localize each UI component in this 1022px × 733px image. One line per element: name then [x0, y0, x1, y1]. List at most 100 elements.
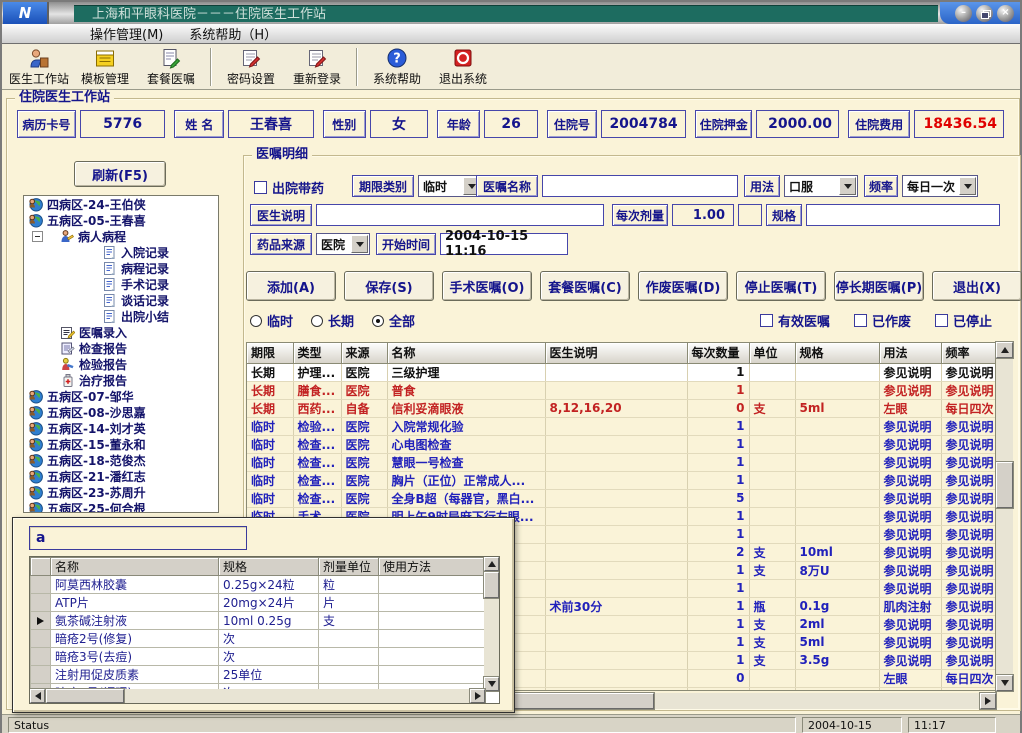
system-help-button[interactable]: ?系统帮助 [364, 45, 430, 89]
invalidate-order-button[interactable]: 作废医嘱(D) [638, 271, 728, 301]
term-type-select[interactable]: 临时 [418, 175, 482, 197]
checkbox-valid-orders[interactable] [760, 314, 773, 327]
usage-value: 口服 [785, 178, 839, 195]
table-row[interactable]: 临时检查...医院全身B超（每器官，黑白...5参见说明参见说明 [247, 489, 995, 507]
radio-longterm[interactable] [311, 315, 323, 327]
tree-item-0[interactable]: 四病区-24-王伯侠 [24, 196, 218, 212]
table-row[interactable]: 长期西药...自备信利妥滴眼液8,12,16,200支5ml左眼每日四次 [247, 399, 995, 417]
stop-order-button[interactable]: 停止医嘱(T) [736, 271, 826, 301]
menu-item-1[interactable]: 系统帮助（H） [189, 24, 277, 43]
tree-item-1[interactable]: 五病区-05-王春喜 [24, 212, 218, 228]
table-row[interactable]: 临时检查...医院慧眼一号检查1参见说明参见说明 [247, 453, 995, 471]
spec-input[interactable] [806, 204, 1000, 226]
drug-row[interactable]: 阿莫西林胶囊0.25g×24粒粒 [31, 576, 486, 594]
vscroll-track[interactable] [996, 342, 1013, 691]
drug-hscroll-thumb[interactable] [46, 689, 124, 703]
package-order-button[interactable]: 套餐医嘱 [138, 45, 204, 89]
add-button[interactable]: 添加(A) [246, 271, 336, 301]
drug-scroll-up-button[interactable] [484, 557, 499, 571]
tree-item-16[interactable]: 五病区-18-范俊杰 [24, 452, 218, 468]
radio-all-label: 全部 [389, 311, 415, 330]
drug-scroll-right-button[interactable] [470, 689, 485, 703]
drug-search-input[interactable]: a [29, 526, 247, 550]
tree-item-4[interactable]: 病程记录 [24, 260, 218, 276]
drug-vscroll-thumb[interactable] [484, 572, 499, 598]
start-time-input[interactable]: 2004-10-15 11:16 [440, 233, 568, 255]
dose-unit-input[interactable] [738, 204, 762, 226]
up-arrow-icon [488, 557, 496, 567]
drug-row[interactable]: ATP片20mg×24片片 [31, 594, 486, 612]
table-cell: 参见说明 [879, 435, 941, 453]
dose-input[interactable]: 1.00 [672, 204, 734, 226]
close-button[interactable]: × [997, 5, 1014, 22]
refresh-button[interactable]: 刷新(F5) [74, 161, 166, 187]
table-row[interactable]: 临时检验...医院入院常规化验1参见说明参见说明 [247, 417, 995, 435]
table-row[interactable]: 长期护理...医院三级护理1参见说明参见说明 [247, 363, 995, 381]
table-cell: 左眼 [879, 399, 941, 417]
table-cell: 临时 [247, 471, 293, 489]
scroll-right-button[interactable] [980, 693, 996, 709]
menu-item-0[interactable]: 操作管理(M) [90, 24, 163, 43]
checkbox-invalidated[interactable] [854, 314, 867, 327]
drug-scroll-down-button[interactable] [484, 677, 499, 691]
checkbox-discharge-med[interactable] [254, 181, 267, 194]
doctor-note-input[interactable] [316, 204, 604, 226]
tree-item-17[interactable]: 五病区-21-潘红志 [24, 468, 218, 484]
tree-item-18[interactable]: 五病区-23-苏周升 [24, 484, 218, 500]
password-set-button[interactable]: 密码设置 [218, 45, 284, 89]
drug-row[interactable]: 暗疮3号(去痘)次 [31, 648, 486, 666]
scroll-up-button[interactable] [996, 342, 1013, 358]
surgery-order-button[interactable]: 手术医嘱(O) [442, 271, 532, 301]
drug-source-select[interactable]: 医院 [316, 233, 370, 255]
minimize-button[interactable]: – [955, 5, 972, 22]
table-row[interactable]: 临时检查...医院胸片（正位）正常成人...1参见说明参见说明 [247, 471, 995, 489]
scroll-down-button[interactable] [996, 675, 1013, 691]
order-name-input[interactable] [542, 175, 738, 197]
table-cell: 参见说明 [879, 417, 941, 435]
tree-item-2[interactable]: 病人病程 [24, 228, 218, 244]
tree-item-12[interactable]: 五病区-07-邹华 [24, 388, 218, 404]
restore-button[interactable] [976, 5, 993, 22]
table-cell: 口服 [879, 687, 941, 691]
drug-row[interactable]: 氨茶碱注射液10ml 0.25g支 [31, 612, 486, 630]
checkbox-stopped[interactable] [935, 314, 948, 327]
save-button[interactable]: 保存(S) [344, 271, 434, 301]
tree-item-14[interactable]: 五病区-14-刘才英 [24, 420, 218, 436]
tree-item-19[interactable]: 五病区-25-何合根 [24, 500, 218, 513]
tree-item-5[interactable]: 手术记录 [24, 276, 218, 292]
tree-item-13[interactable]: 五病区-08-沙思嘉 [24, 404, 218, 420]
usage-select[interactable]: 口服 [784, 175, 858, 197]
tree-item-8[interactable]: 医嘱录入 [24, 324, 218, 340]
table-cell: 每日四次 [941, 399, 995, 417]
radio-temporary[interactable] [250, 315, 262, 327]
drug-row[interactable]: 注射用促皮质素25单位 [31, 666, 486, 684]
relogin-button[interactable]: 重新登录 [284, 45, 350, 89]
checkbox-group: 有效医嘱已作废已停止 [760, 311, 1016, 330]
chevron-down-icon[interactable] [839, 177, 856, 195]
chevron-down-icon[interactable] [959, 177, 976, 195]
tree-item-6[interactable]: 谈话记录 [24, 292, 218, 308]
package-order-button[interactable]: 套餐医嘱(C) [540, 271, 630, 301]
drug-scroll-left-button[interactable] [30, 689, 45, 703]
exam-report-icon [60, 341, 75, 356]
tree-item-10[interactable]: 检验报告 [24, 356, 218, 372]
table-row[interactable]: 临时检查...医院心电图检查1参见说明参见说明 [247, 435, 995, 453]
tree-item-11[interactable]: 治疗报告 [24, 372, 218, 388]
collapse-icon[interactable] [32, 231, 43, 242]
table-row[interactable]: 长期膳食...医院普食1参见说明参见说明 [247, 381, 995, 399]
vscroll-thumb[interactable] [996, 462, 1013, 508]
radio-all[interactable] [372, 315, 384, 327]
exit-button[interactable]: 退出(X) [932, 271, 1022, 301]
freq-select[interactable]: 每日一次 [902, 175, 978, 197]
tree-item-3[interactable]: 入院记录 [24, 244, 218, 260]
exit-system-button[interactable]: 退出系统 [430, 45, 496, 89]
tree-item-15[interactable]: 五病区-15-董永和 [24, 436, 218, 452]
drug-row[interactable]: 暗疮2号(修复)次 [31, 630, 486, 648]
table-cell [749, 579, 795, 597]
tree-item-9[interactable]: 检查报告 [24, 340, 218, 356]
chevron-down-icon[interactable] [351, 235, 368, 253]
stop-longterm-order-button[interactable]: 停长期医嘱(P) [834, 271, 924, 301]
doctor-workstation-button[interactable]: 医生工作站 [6, 45, 72, 89]
template-manage-button[interactable]: 模板管理 [72, 45, 138, 89]
tree-item-7[interactable]: 出院小结 [24, 308, 218, 324]
